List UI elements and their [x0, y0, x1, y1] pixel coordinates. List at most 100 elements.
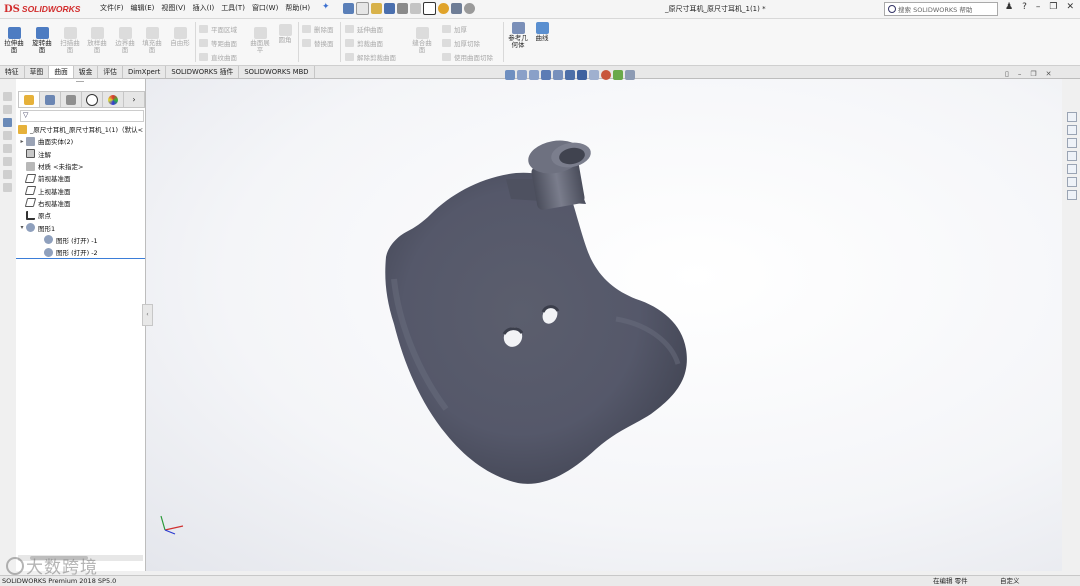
sketch-tool-icon[interactable] — [3, 144, 12, 153]
options-gear-icon[interactable] — [464, 3, 475, 14]
boundary-surface-button[interactable]: 边界曲面 — [114, 27, 136, 54]
ruled-surface-button[interactable]: 直纹曲面 — [199, 52, 237, 62]
trim-surface-button[interactable]: 剪裁曲面 — [345, 38, 383, 48]
menu-edit[interactable]: 编辑(E) — [131, 3, 155, 13]
print-icon[interactable] — [397, 3, 408, 14]
freeform-button[interactable]: 自由形 — [168, 27, 192, 47]
save-icon[interactable] — [384, 3, 395, 14]
forum-icon[interactable] — [1067, 190, 1077, 200]
revolve-surface-button[interactable]: 旋转曲面 — [30, 27, 54, 54]
view-settings-icon[interactable] — [625, 70, 635, 80]
tab-feature-manager[interactable] — [19, 92, 40, 107]
tab-sketch[interactable]: 草图 — [25, 66, 50, 78]
collapse-arrow-icon[interactable]: ▾ — [18, 224, 26, 231]
loft-surface-button[interactable]: 放样曲面 — [86, 27, 108, 54]
tree-item-shape1[interactable]: ▾ 图形1 — [16, 221, 145, 233]
hide-show-items-icon[interactable] — [589, 70, 599, 80]
knit-surface-button[interactable]: 缝合曲面 — [410, 27, 434, 54]
rollback-bar[interactable] — [16, 258, 145, 259]
section-view-icon[interactable] — [541, 70, 551, 80]
zoom-to-area-icon[interactable] — [517, 70, 527, 80]
tree-item-right-plane[interactable]: 右视基准面 — [16, 197, 145, 209]
view-orientation-icon[interactable] — [565, 70, 575, 80]
viewport-minimize-icon[interactable]: – — [1018, 70, 1022, 78]
custom-properties-icon[interactable] — [1067, 177, 1077, 187]
split-view-icon[interactable]: ▯ — [1005, 70, 1009, 78]
undo-icon[interactable] — [410, 3, 421, 14]
menu-file[interactable]: 文件(F) — [100, 3, 124, 13]
menu-window[interactable]: 窗口(W) — [252, 3, 278, 13]
cut-with-surface-button[interactable]: 使用曲面切除 — [442, 52, 493, 62]
offset-surface-button[interactable]: 等距曲面 — [199, 38, 237, 48]
curves-button[interactable]: 曲线 — [533, 22, 551, 42]
reference-geometry-button[interactable]: 参考几何体 — [507, 22, 529, 49]
sketch-tool-icon[interactable] — [3, 92, 12, 101]
tree-item-shape-open-1[interactable]: 图形 (打开) -1 — [16, 234, 145, 246]
chevron-right-icon[interactable]: › — [124, 92, 144, 107]
tab-dimxpert-manager[interactable] — [82, 92, 103, 107]
fill-surface-button[interactable]: 填充曲面 — [141, 27, 163, 54]
tree-item-front-plane[interactable]: 前视基准面 — [16, 172, 145, 184]
panel-grip[interactable] — [76, 81, 84, 86]
delete-face-button[interactable]: 删除面 — [302, 24, 334, 34]
tab-property-manager[interactable] — [40, 92, 61, 107]
extend-surface-button[interactable]: 延伸曲面 — [345, 24, 383, 34]
tree-filter-input[interactable]: ▽ — [20, 110, 144, 122]
close-icon[interactable]: ✕ — [1066, 2, 1074, 12]
tree-item-annotations[interactable]: 注解 — [16, 148, 145, 160]
home-icon[interactable] — [343, 3, 354, 14]
rebuild-icon[interactable] — [438, 3, 449, 14]
minimize-icon[interactable]: – — [1036, 2, 1041, 12]
tab-configuration-manager[interactable] — [61, 92, 82, 107]
tab-evaluate[interactable]: 评估 — [98, 66, 123, 78]
planar-surface-button[interactable]: 平面区域 — [199, 24, 237, 34]
file-properties-icon[interactable] — [451, 3, 462, 14]
panel-collapse-handle[interactable]: ‹ — [142, 304, 153, 326]
tree-item-shape-open-2[interactable]: 图形 (打开) -2 — [16, 246, 145, 258]
tab-dimxpert[interactable]: DimXpert — [123, 66, 167, 78]
design-library-icon[interactable] — [1067, 125, 1077, 135]
tab-sheet-metal[interactable]: 钣金 — [74, 66, 99, 78]
tab-features[interactable]: 特征 — [0, 66, 25, 78]
tree-item-material[interactable]: 材质 <未指定> — [16, 160, 145, 172]
sweep-surface-button[interactable]: 扫描曲面 — [59, 27, 81, 54]
earphone-model[interactable] — [146, 79, 1062, 571]
surface-flatten-button[interactable]: 曲面展平 — [248, 27, 272, 54]
replace-face-button[interactable]: 替换面 — [302, 38, 334, 48]
sketch-tool-icon[interactable] — [3, 183, 12, 192]
menu-tools[interactable]: 工具(T) — [221, 3, 245, 13]
solidworks-logo[interactable]: DS SOLIDWORKS — [4, 2, 80, 16]
sketch-tool-icon[interactable] — [3, 131, 12, 140]
sketch-tool-icon[interactable] — [3, 118, 12, 127]
extrude-surface-button[interactable]: 拉伸曲面 — [3, 27, 25, 54]
file-explorer-icon[interactable] — [1067, 138, 1077, 148]
sketch-tool-icon[interactable] — [3, 105, 12, 114]
new-document-icon[interactable] — [356, 2, 369, 15]
tree-item-top-plane[interactable]: 上视基准面 — [16, 184, 145, 196]
home-icon[interactable] — [1067, 112, 1077, 122]
dynamic-annotation-icon[interactable] — [553, 70, 563, 80]
pin-icon[interactable]: ✦ — [322, 2, 330, 12]
tab-display-manager[interactable] — [103, 92, 124, 107]
tab-surfaces[interactable]: 曲面 — [49, 66, 74, 78]
tree-item-origin[interactable]: 原点 — [16, 209, 145, 221]
edit-appearance-icon[interactable] — [601, 70, 611, 80]
apply-scene-icon[interactable] — [613, 70, 623, 80]
tree-root[interactable]: _原尺寸耳机_原尺寸耳机_1(1)（默认< — [16, 123, 145, 135]
tab-addins[interactable]: SOLIDWORKS 插件 — [166, 66, 240, 78]
fillet-button[interactable]: 圆角 — [276, 24, 294, 44]
thicken-button[interactable]: 加厚 — [442, 24, 467, 34]
untrim-surface-button[interactable]: 解除剪裁曲面 — [345, 52, 396, 62]
tab-mbd[interactable]: SOLIDWORKS MBD — [239, 66, 315, 78]
viewport-close-icon[interactable]: ✕ — [1046, 70, 1052, 78]
user-icon[interactable]: ♟ — [1005, 2, 1013, 12]
graphics-area[interactable] — [146, 79, 1062, 571]
menu-help[interactable]: 帮助(H) — [285, 3, 310, 13]
sketch-tool-icon[interactable] — [3, 157, 12, 166]
tree-item-surface-bodies[interactable]: ▸ 曲面实体(2) — [16, 135, 145, 147]
help-search-input[interactable]: 搜索 SOLIDWORKS 帮助 — [884, 2, 998, 16]
sketch-tool-icon[interactable] — [3, 170, 12, 179]
menu-view[interactable]: 视图(V) — [161, 3, 185, 13]
zoom-to-fit-icon[interactable] — [505, 70, 515, 80]
open-icon[interactable] — [371, 3, 382, 14]
